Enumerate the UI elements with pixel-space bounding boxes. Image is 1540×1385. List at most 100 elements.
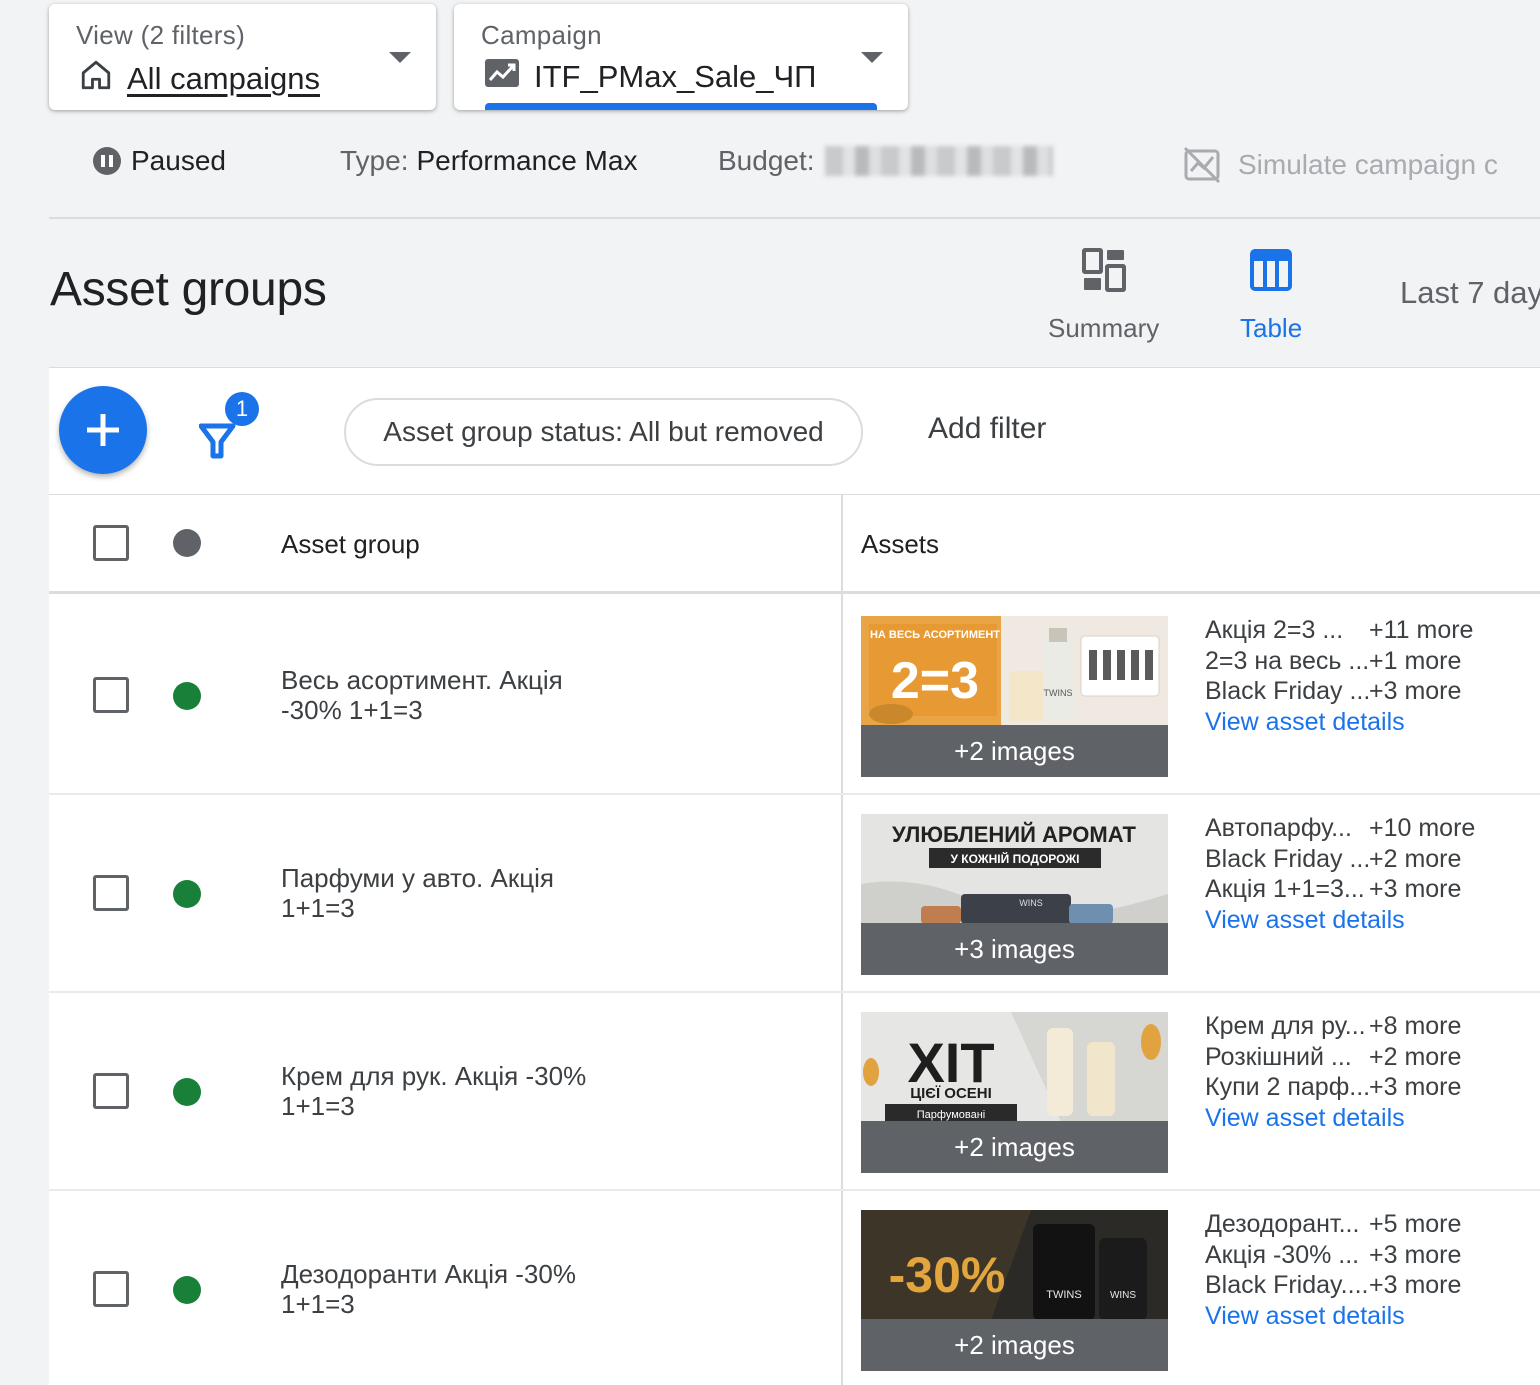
row-checkbox[interactable] bbox=[93, 1073, 129, 1109]
asset-text: Купи 2 парф... bbox=[1205, 1073, 1369, 1101]
chevron-down-icon[interactable] bbox=[861, 52, 883, 63]
selected-indicator bbox=[485, 103, 877, 110]
asset-group-name[interactable]: Крем для рук. Акція -30% 1+1=3 bbox=[281, 1061, 611, 1121]
asset-line: Black Friday ... +3 more bbox=[1205, 676, 1489, 707]
asset-thumbnail-image: ХІТ ЦІЄЇ ОСЕНІ Парфумовані bbox=[861, 1012, 1168, 1122]
asset-line: Купи 2 парф... +3 more bbox=[1205, 1072, 1489, 1103]
thumb-text: WINS bbox=[1019, 898, 1043, 908]
more-images-label: +2 images bbox=[861, 1121, 1168, 1173]
asset-line: Black Friday ... +2 more bbox=[1205, 844, 1489, 875]
campaign-type-value: Performance Max bbox=[416, 145, 638, 176]
campaign-budget: Budget: bbox=[718, 145, 1053, 177]
asset-group-name[interactable]: Весь асортимент. Акція -30% 1+1=3 bbox=[281, 665, 611, 725]
view-asset-details-link[interactable]: View asset details bbox=[1205, 707, 1489, 738]
table-row: Дезодоранти Акція -30% 1+1=3 -30% TWINS … bbox=[49, 1191, 1540, 1385]
select-all-checkbox[interactable] bbox=[93, 525, 129, 561]
asset-line: Дезодорант... +5 more bbox=[1205, 1209, 1489, 1240]
asset-more: +10 more bbox=[1369, 814, 1476, 842]
asset-more: +11 more bbox=[1369, 616, 1474, 644]
asset-image-preview[interactable]: УЛЮБЛЕНИЙ АРОМАТ У КОЖНІЙ ПОДОРОЖІ WINS … bbox=[861, 814, 1168, 975]
asset-text: Дезодорант... bbox=[1205, 1210, 1360, 1238]
asset-image-preview[interactable]: -30% TWINS WINS +2 images bbox=[861, 1210, 1168, 1371]
dashboard-icon bbox=[1081, 248, 1126, 299]
row-checkbox[interactable] bbox=[93, 875, 129, 911]
table-row: Парфуми у авто. Акція 1+1=3 УЛЮБЛЕНИЙ АР… bbox=[49, 795, 1540, 993]
simulate-off-icon bbox=[1182, 145, 1222, 185]
asset-more: +2 more bbox=[1369, 1042, 1462, 1071]
more-images-label: +3 images bbox=[861, 923, 1168, 975]
asset-more: +3 more bbox=[1369, 1240, 1462, 1269]
tab-table-label: Table bbox=[1240, 313, 1303, 343]
enabled-status-icon bbox=[173, 1078, 201, 1106]
asset-more: +5 more bbox=[1369, 1210, 1462, 1238]
asset-text: Автопарфу... bbox=[1205, 814, 1352, 842]
asset-more: +3 more bbox=[1369, 1271, 1462, 1299]
add-asset-group-button[interactable] bbox=[59, 386, 147, 474]
assets-summary: Крем для ру... +8 more Розкішний ... +2 mo… bbox=[1205, 1011, 1489, 1133]
chevron-down-icon[interactable] bbox=[389, 52, 411, 63]
asset-more: +2 more bbox=[1369, 844, 1462, 873]
table-row: Крем для рук. Акція -30% 1+1=3 ХІТ ЦІЄЇ … bbox=[49, 993, 1540, 1191]
more-images-label: +2 images bbox=[861, 725, 1168, 777]
view-asset-details-link[interactable]: View asset details bbox=[1205, 1301, 1489, 1332]
more-images-label: +2 images bbox=[861, 1319, 1168, 1371]
campaign-selector[interactable]: Campaign ITF_PMax_Sale_ЧП bbox=[454, 4, 908, 110]
status-filter-chip[interactable]: Asset group status: All but removed bbox=[344, 398, 863, 466]
date-range-selector[interactable]: Last 7 day bbox=[1400, 275, 1540, 311]
thumb-text: НА ВЕСЬ АСОРТИМЕНТ bbox=[870, 629, 1000, 641]
asset-text: Black Friday.... bbox=[1205, 1271, 1369, 1299]
asset-text: Акція 2=3 ... bbox=[1205, 616, 1344, 644]
asset-line: Розкішний ... +2 more bbox=[1205, 1042, 1489, 1073]
asset-image-preview[interactable]: ХІТ ЦІЄЇ ОСЕНІ Парфумовані +2 images bbox=[861, 1012, 1168, 1173]
asset-more: +3 more bbox=[1369, 677, 1462, 705]
asset-line: Акція 2=3 ... +11 more bbox=[1205, 615, 1489, 646]
assets-summary: Акція 2=3 ... +11 more 2=3 на весь ... +1 … bbox=[1205, 615, 1489, 737]
asset-thumbnail-image: -30% TWINS WINS bbox=[861, 1210, 1168, 1320]
asset-group-name[interactable]: Парфуми у авто. Акція 1+1=3 bbox=[281, 863, 611, 923]
row-checkbox[interactable] bbox=[93, 1271, 129, 1307]
asset-more: +8 more bbox=[1369, 1012, 1462, 1040]
asset-line: Акція 1+1=3... +3 more bbox=[1205, 874, 1489, 905]
column-header-asset-group[interactable]: Asset group bbox=[281, 529, 420, 560]
page-title: Asset groups bbox=[50, 263, 327, 316]
tab-table[interactable]: Table bbox=[1240, 248, 1302, 344]
campaign-type-label: Type: bbox=[340, 145, 409, 176]
simulate-campaign-button[interactable]: Simulate campaign c bbox=[1182, 145, 1498, 185]
thumb-text: TWINS bbox=[1044, 688, 1073, 698]
simulate-campaign-label: Simulate campaign c bbox=[1238, 149, 1498, 180]
enabled-status-icon bbox=[173, 1276, 201, 1304]
thumb-text: УЛЮБЛЕНИЙ АРОМАТ bbox=[892, 822, 1136, 847]
campaign-status-text: Paused bbox=[131, 145, 226, 176]
row-checkbox[interactable] bbox=[93, 677, 129, 713]
asset-more: +3 more bbox=[1369, 1073, 1462, 1101]
asset-group-name[interactable]: Дезодоранти Акція -30% 1+1=3 bbox=[281, 1259, 611, 1319]
asset-thumbnail-image: НА ВЕСЬ АСОРТИМЕНТ 2=3 TWINS bbox=[861, 616, 1168, 726]
asset-image-preview[interactable]: НА ВЕСЬ АСОРТИМЕНТ 2=3 TWINS +2 images bbox=[861, 616, 1168, 777]
home-icon bbox=[79, 58, 113, 100]
view-selector[interactable]: View (2 filters) All campaigns bbox=[49, 4, 436, 110]
add-filter-button[interactable]: Add filter bbox=[928, 412, 1046, 446]
table-icon bbox=[1249, 248, 1293, 299]
tab-summary[interactable]: Summary bbox=[1048, 248, 1159, 344]
assets-summary: Дезодорант... +5 more Акція -30% ... +3 mo… bbox=[1205, 1209, 1489, 1331]
pause-icon bbox=[93, 147, 121, 175]
performance-max-icon bbox=[484, 58, 520, 96]
asset-line: Крем для ру... +8 more bbox=[1205, 1011, 1489, 1042]
enabled-status-icon bbox=[173, 880, 201, 908]
asset-line: Black Friday.... +3 more bbox=[1205, 1270, 1489, 1301]
campaign-selector-value: ITF_PMax_Sale_ЧП bbox=[534, 59, 817, 94]
table-row: Весь асортимент. Акція -30% 1+1=3 НА ВЕС… bbox=[49, 597, 1540, 795]
asset-line: Автопарфу... +10 more bbox=[1205, 813, 1489, 844]
campaign-type: Type: Performance Max bbox=[340, 145, 637, 177]
status-column-icon bbox=[173, 529, 201, 557]
budget-value-redacted bbox=[824, 146, 1053, 176]
view-asset-details-link[interactable]: View asset details bbox=[1205, 1103, 1489, 1134]
thumb-text: 2=3 bbox=[891, 652, 979, 710]
thumb-text: У КОЖНІЙ ПОДОРОЖІ bbox=[951, 851, 1080, 866]
campaign-budget-label: Budget: bbox=[718, 145, 815, 176]
view-selector-value[interactable]: All campaigns bbox=[127, 61, 320, 97]
column-header-assets[interactable]: Assets bbox=[861, 529, 939, 560]
thumb-text: ЦІЄЇ ОСЕНІ bbox=[910, 1085, 992, 1102]
campaign-status: Paused bbox=[93, 145, 226, 177]
view-asset-details-link[interactable]: View asset details bbox=[1205, 905, 1489, 936]
